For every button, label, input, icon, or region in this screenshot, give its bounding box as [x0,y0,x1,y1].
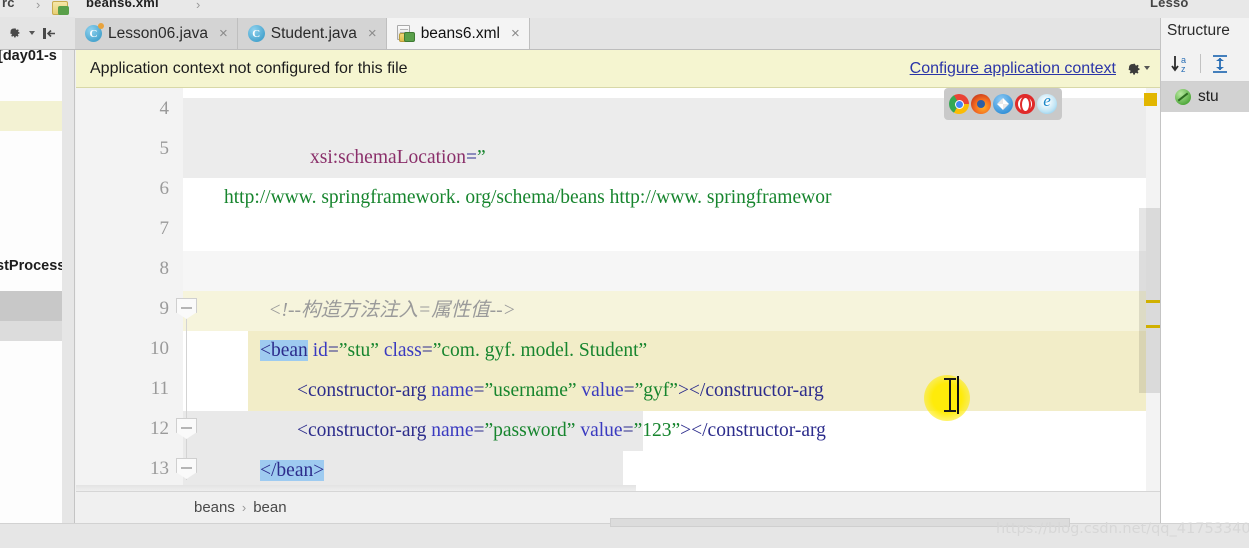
breadcrumb-separator-icon: › [36,0,41,12]
mouse-ibeam-cursor [944,378,956,412]
breadcrumb-file[interactable]: beans6.xml [86,0,159,10]
chevron-right-icon: › [241,500,247,515]
java-class-icon: C [85,23,104,42]
structure-item-label: stu [1198,88,1219,105]
spring-xml-icon [396,25,415,42]
line-number: 9 [159,298,170,319]
line-number: 12 [150,418,169,439]
warning-marker-stripe[interactable] [1146,300,1160,303]
editor-tab-bar: C Lesson06.java × C Student.java × beans… [0,17,1160,50]
sort-alphabetically-icon[interactable]: a z [1170,53,1192,75]
project-item-label-1[interactable]: [day01-s [0,48,57,64]
gear-icon[interactable] [8,26,23,41]
expand-all-icon[interactable] [1209,53,1231,75]
code-editor[interactable]: 4 5 6 7 8 9 10 11 12 13 xsi:schemaLocati… [76,88,1160,491]
top-path-breadcrumb[interactable]: rc › beans6.xml › Lesso [0,0,1249,18]
breadcrumb-item-beans[interactable]: beans [194,499,235,516]
breadcrumb-item-bean[interactable]: bean [253,499,286,516]
hide-panel-icon[interactable] [41,26,57,41]
inspection-status-warning-icon[interactable] [1144,93,1157,106]
line-number: 4 [159,98,170,119]
line-number: 7 [159,218,170,239]
svg-text:z: z [1181,64,1186,74]
ide-window: rc › beans6.xml › Lesso [day01-s stProce… [0,0,1249,548]
code-line-8[interactable]: <!--构造方法注入=属性值--> [183,251,515,321]
spring-xml-icon [52,1,69,15]
code-line-5[interactable]: http://www. springframework. org/schema/… [183,138,831,208]
structure-panel-body [1161,112,1249,548]
structure-item-stu[interactable]: stu [1161,82,1249,112]
code-token: ></constructor-arg [680,420,826,441]
code-token: name [431,420,474,441]
code-line-10[interactable]: <constructor-arg name=”username” value=”… [183,331,824,401]
browser-launch-popup[interactable] [944,88,1062,120]
structure-panel-title: Structure [1167,22,1230,39]
code-token: ”123” [633,420,681,441]
breadcrumb-separator-icon-2: › [196,0,201,12]
close-icon[interactable]: × [511,26,520,41]
structure-toolbar: a z [1161,46,1249,82]
chevron-down-icon[interactable] [29,30,35,35]
close-icon[interactable]: × [368,26,377,41]
firefox-icon[interactable] [971,94,991,114]
tab-beans6-xml[interactable]: beans6.xml × [386,18,530,49]
code-line-12[interactable]: </bean> [183,411,325,481]
code-token: ”password” [484,420,576,441]
tab-student-java[interactable]: C Student.java × [237,18,387,49]
line-number: 8 [159,258,170,279]
java-class-icon: C [247,25,265,42]
code-token: http://www. springframework. org/schema/… [224,187,832,208]
code-token: = [473,420,485,441]
line-number: 11 [150,378,169,399]
spring-bean-icon [1175,89,1191,105]
editor-tabbar-tools [0,17,75,49]
line-number: 13 [150,458,169,479]
code-text-area[interactable]: xsi:schemaLocation=” http://www. springf… [183,88,1160,491]
text-caret [957,376,959,414]
chevron-down-icon[interactable] [1144,66,1150,70]
code-line-9[interactable]: <bean id=”stu” class=”com. gyf. model. S… [183,291,647,361]
breadcrumb-fragment-left[interactable]: rc [2,0,15,10]
opera-icon[interactable] [1015,94,1035,114]
application-context-notification: Application context not configured for t… [76,50,1160,88]
internet-explorer-icon[interactable] [1037,91,1057,114]
configure-application-context-link[interactable]: Configure application context [910,60,1116,78]
line-number: 5 [159,138,170,159]
code-token: value [580,420,623,441]
watermark-url: https://blog.csdn.net/qq_41753340 [996,521,1249,537]
structure-tool-window[interactable]: Structure a z stu [1160,18,1249,548]
project-tool-window[interactable]: [day01-s stProcess [0,18,75,523]
tab-label: Student.java [270,24,357,42]
code-line-11[interactable]: <constructor-arg name=”password” value=”… [183,371,826,441]
line-number: 6 [159,178,170,199]
warning-marker-stripe[interactable] [1146,325,1160,328]
gear-icon[interactable] [1126,61,1141,76]
code-token: = [622,420,634,441]
tab-lesson06-java[interactable]: C Lesson06.java × [75,18,238,49]
project-item-label-2[interactable]: stProcess [0,258,65,274]
safari-icon[interactable] [993,94,1013,114]
tab-label: beans6.xml [420,24,500,42]
line-number-gutter: 4 5 6 7 8 9 10 11 12 13 [76,88,183,491]
notification-message: Application context not configured for t… [90,59,408,77]
line-number: 10 [150,338,169,359]
project-panel-edge [62,44,74,523]
toolbar-divider [1200,54,1201,73]
close-icon[interactable]: × [219,26,228,41]
chrome-icon[interactable] [949,94,969,114]
breadcrumb-fragment-right[interactable]: Lesso [1150,0,1189,10]
tab-label: Lesson06.java [108,24,208,42]
code-line-4[interactable]: xsi:schemaLocation=” [183,98,486,168]
